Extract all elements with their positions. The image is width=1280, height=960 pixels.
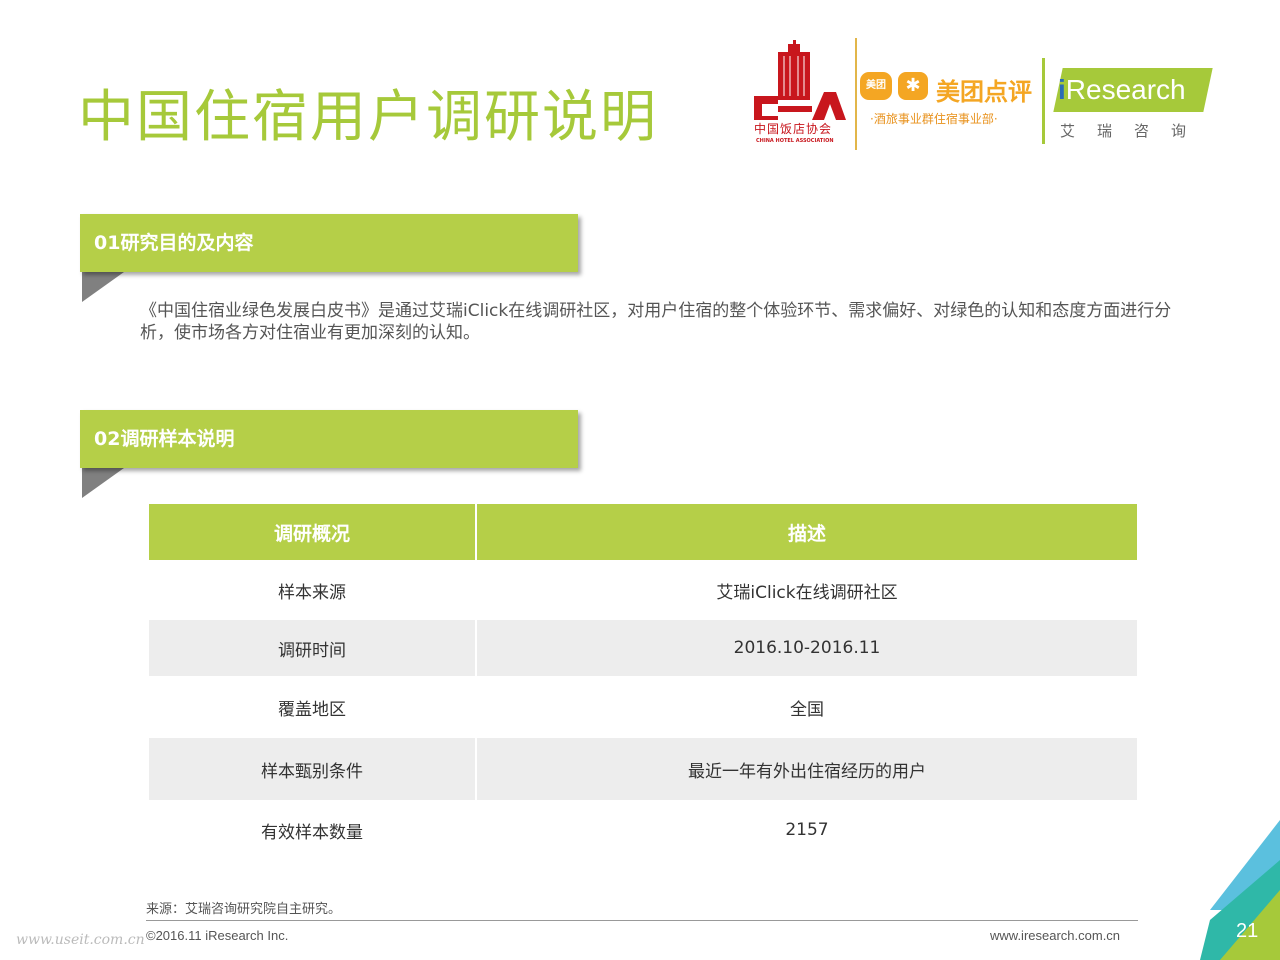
- meituan-name: 美团点评: [936, 78, 1032, 106]
- meituan-icon: 美团: [860, 72, 892, 100]
- watermark: www.useit.com.cn: [16, 932, 145, 948]
- intro-paragraph: 《中国住宿业绿色发展白皮书》是通过艾瑞iClick在线调研社区，对用户住宿的整个…: [140, 301, 1172, 343]
- iresearch-wordmark: iResearch: [1058, 74, 1186, 105]
- table-header-row: 调研概况 描述: [149, 504, 1137, 560]
- dianping-icon: ✱: [898, 72, 928, 100]
- section-tail: [82, 468, 124, 498]
- iresearch-logo: iResearch 艾瑞咨询: [1053, 66, 1223, 146]
- cha-name-cn: 中国饭店协会: [754, 122, 833, 136]
- section-header-sample: 02调研样本说明: [80, 410, 578, 468]
- table-cell: 样本来源: [278, 582, 346, 603]
- table-cell: 有效样本数量: [261, 822, 363, 843]
- website-link[interactable]: www.iresearch.com.cn: [990, 928, 1120, 943]
- section-header-purpose: 01研究目的及内容: [80, 214, 578, 272]
- table-cell: 调研时间: [149, 620, 475, 676]
- cha-name-en: CHINA HOTEL ASSOCIATION: [756, 138, 834, 144]
- table-cell: 全国: [790, 699, 824, 720]
- logo-divider: [1042, 58, 1045, 144]
- source-note: 来源：艾瑞咨询研究院自主研究。: [146, 902, 342, 917]
- table-cell: 2016.10-2016.11: [477, 620, 1137, 676]
- table-cell: 覆盖地区: [278, 699, 346, 720]
- china-hotel-association-logo: 中国饭店协会 CHINA HOTEL ASSOCIATION: [742, 40, 852, 152]
- footer-divider: [146, 920, 1138, 921]
- section-label: 01研究目的及内容: [94, 232, 254, 254]
- table-row: 样本甄别条件 最近一年有外出住宿经历的用户: [149, 738, 1137, 800]
- table-row: 调研时间 2016.10-2016.11: [149, 620, 1137, 676]
- page-number: 21: [1236, 920, 1259, 942]
- logo-divider: [855, 38, 857, 150]
- meituan-dianping-logo: 美团 ✱ 美团点评 ·酒旅事业群住宿事业部·: [860, 70, 1040, 140]
- iresearch-name-cn: 艾瑞咨询: [1060, 122, 1209, 140]
- table-row: 有效样本数量 2157: [149, 800, 1137, 860]
- table-cell: 2157: [785, 820, 829, 840]
- survey-table: 调研概况 描述 样本来源 艾瑞iClick在线调研社区 调研时间 2016.10…: [149, 504, 1137, 860]
- table-row: 覆盖地区 全国: [149, 676, 1137, 738]
- page-title: 中国住宿用户调研说明: [78, 85, 658, 150]
- table-cell: 样本甄别条件: [149, 738, 475, 800]
- meituan-subtitle: ·酒旅事业群住宿事业部·: [870, 112, 998, 126]
- table-cell: 艾瑞iClick在线调研社区: [716, 582, 898, 603]
- section-label: 02调研样本说明: [94, 428, 235, 450]
- section-tail: [82, 272, 124, 302]
- table-header-cell: 调研概况: [149, 504, 475, 560]
- table-cell: 最近一年有外出住宿经历的用户: [477, 738, 1137, 800]
- table-header-cell: 描述: [477, 504, 1137, 560]
- copyright: ©2016.11 iResearch Inc.: [146, 928, 289, 943]
- table-row: 样本来源 艾瑞iClick在线调研社区: [149, 560, 1137, 620]
- cha-emblem-icon: [754, 40, 846, 120]
